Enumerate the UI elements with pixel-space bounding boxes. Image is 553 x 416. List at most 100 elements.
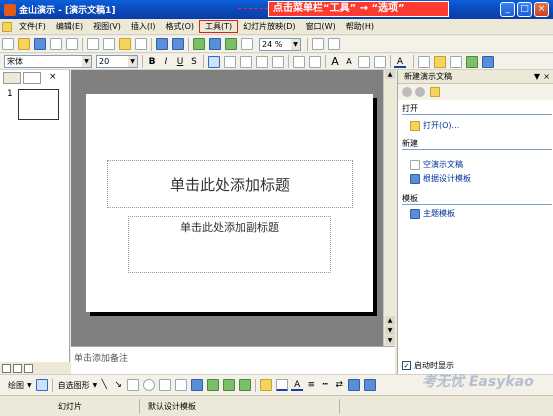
- minimize-button[interactable]: _: [500, 2, 515, 17]
- align-right-icon[interactable]: [240, 55, 252, 68]
- vertical-textbox-icon[interactable]: [175, 379, 188, 391]
- 3d-style-icon[interactable]: [364, 379, 377, 391]
- textbox-icon[interactable]: [159, 379, 172, 391]
- help-icon[interactable]: [328, 38, 340, 50]
- fill-color-icon[interactable]: [260, 379, 273, 391]
- autoshapes-menu[interactable]: 自选图形: [55, 380, 93, 391]
- shadow-style-icon[interactable]: [348, 379, 361, 391]
- save-icon[interactable]: [34, 38, 46, 50]
- menu-window[interactable]: 窗口(W): [301, 21, 341, 32]
- animation-icon[interactable]: [466, 55, 478, 68]
- slide-layout-icon[interactable]: [450, 55, 462, 68]
- insert-chart-icon[interactable]: [193, 38, 205, 50]
- font-size-select[interactable]: 20 ▼: [96, 55, 138, 68]
- grow-font-button[interactable]: A: [329, 55, 341, 68]
- copy-icon[interactable]: [103, 38, 115, 50]
- decrease-indent-icon[interactable]: [358, 55, 370, 68]
- menu-slideshow[interactable]: 幻灯片放映(D): [238, 21, 300, 32]
- picture-icon[interactable]: [239, 379, 252, 391]
- print-icon[interactable]: [50, 38, 62, 50]
- new-icon[interactable]: [2, 38, 14, 50]
- close-pane-icon[interactable]: ×: [49, 72, 57, 85]
- startup-checkbox[interactable]: ✓: [402, 361, 411, 370]
- undo-icon[interactable]: [156, 38, 168, 50]
- rectangle-icon[interactable]: [127, 379, 140, 391]
- from-design-template-link[interactable]: 根据设计模板: [410, 173, 471, 184]
- menu-help[interactable]: 帮助(H): [341, 21, 379, 32]
- slide-thumbnail[interactable]: [18, 89, 59, 120]
- shadow-button[interactable]: S: [188, 56, 200, 68]
- line-color-icon[interactable]: [276, 379, 289, 391]
- design-icon[interactable]: [418, 55, 430, 68]
- arrow-icon[interactable]: ↘: [112, 379, 124, 391]
- app-menu-icon[interactable]: [2, 21, 12, 32]
- slideshow-view-icon[interactable]: [24, 363, 33, 373]
- shrink-font-button[interactable]: A: [343, 56, 355, 68]
- diagram-icon[interactable]: [207, 379, 220, 391]
- cut-icon[interactable]: [87, 38, 99, 50]
- redo-icon[interactable]: [172, 38, 184, 50]
- menu-tools[interactable]: 工具(T): [199, 20, 239, 33]
- font-color-button[interactable]: A: [394, 56, 406, 68]
- clipart-icon[interactable]: [223, 379, 236, 391]
- paste-icon[interactable]: [119, 38, 131, 50]
- subtitle-placeholder[interactable]: 单击此处添加副标题: [128, 216, 331, 273]
- format-painter-icon[interactable]: [135, 38, 147, 50]
- show-at-startup[interactable]: ✓ 启动时显示: [402, 360, 454, 371]
- notes-pane[interactable]: 单击添加备注: [71, 346, 395, 374]
- tab-outline[interactable]: [3, 72, 21, 84]
- normal-view-icon[interactable]: [2, 363, 11, 373]
- close-button[interactable]: ×: [534, 2, 549, 17]
- slideshow-icon[interactable]: [482, 55, 494, 68]
- scroll-down-icon[interactable]: ▼: [385, 336, 395, 345]
- bullets-icon[interactable]: [309, 55, 321, 68]
- menu-insert[interactable]: 插入(I): [126, 21, 161, 32]
- justify-icon[interactable]: [256, 55, 268, 68]
- increase-indent-icon[interactable]: [374, 55, 386, 68]
- dash-style-icon[interactable]: ┅: [319, 379, 331, 391]
- back-icon[interactable]: [402, 87, 412, 97]
- underline-button[interactable]: U: [174, 56, 186, 68]
- task-pane-menu-icon[interactable]: ▼: [534, 70, 540, 83]
- arrow-style-icon[interactable]: ⇄: [333, 379, 345, 391]
- insert-picture-icon[interactable]: [225, 38, 237, 50]
- italic-button[interactable]: I: [160, 56, 172, 68]
- vertical-scrollbar[interactable]: ▲ ▲ ▼ ▼: [383, 70, 395, 346]
- tab-slides[interactable]: [23, 72, 41, 84]
- print-preview-icon[interactable]: [66, 38, 78, 50]
- scroll-up-icon[interactable]: ▲: [385, 70, 395, 79]
- grid-icon[interactable]: [241, 38, 253, 50]
- zoom-select[interactable]: 24 % ▼: [259, 37, 301, 51]
- forward-icon[interactable]: [415, 87, 425, 97]
- new-slide-icon[interactable]: [434, 55, 446, 68]
- slide-canvas[interactable]: 单击此处添加标题 单击此处添加副标题: [86, 94, 373, 312]
- select-pointer-icon[interactable]: [35, 379, 48, 391]
- draw-menu[interactable]: 绘图: [0, 380, 27, 391]
- wordart-icon[interactable]: [191, 379, 204, 391]
- title-placeholder[interactable]: 单击此处添加标题: [107, 160, 353, 208]
- theme-templates-link[interactable]: 主题模板: [410, 208, 455, 219]
- font-select[interactable]: 宋体 ▼: [4, 55, 92, 68]
- align-left-icon[interactable]: [208, 55, 220, 68]
- task-pane-close-icon[interactable]: ×: [543, 70, 550, 83]
- open-link[interactable]: 打开(O)...: [410, 120, 459, 131]
- distribute-icon[interactable]: [272, 55, 284, 68]
- prev-slide-icon[interactable]: ▲: [385, 316, 395, 325]
- insert-table-icon[interactable]: [209, 38, 221, 50]
- find-icon[interactable]: [312, 38, 324, 50]
- bold-button[interactable]: B: [146, 56, 158, 68]
- align-center-icon[interactable]: [224, 55, 236, 68]
- open-icon[interactable]: [18, 38, 30, 50]
- menu-file[interactable]: 文件(F): [14, 21, 51, 32]
- maximize-button[interactable]: □: [517, 2, 532, 17]
- oval-icon[interactable]: [143, 379, 156, 391]
- menu-edit[interactable]: 编辑(E): [51, 21, 88, 32]
- menu-view[interactable]: 视图(V): [88, 21, 126, 32]
- numbering-icon[interactable]: [293, 55, 305, 68]
- line-style-icon[interactable]: ≡: [305, 379, 317, 391]
- blank-presentation-link[interactable]: 空演示文稿: [410, 159, 463, 170]
- line-icon[interactable]: ╲: [98, 379, 110, 391]
- next-slide-icon[interactable]: ▼: [385, 326, 395, 335]
- menu-format[interactable]: 格式(O): [160, 21, 199, 32]
- draw-font-color-icon[interactable]: A: [291, 379, 304, 391]
